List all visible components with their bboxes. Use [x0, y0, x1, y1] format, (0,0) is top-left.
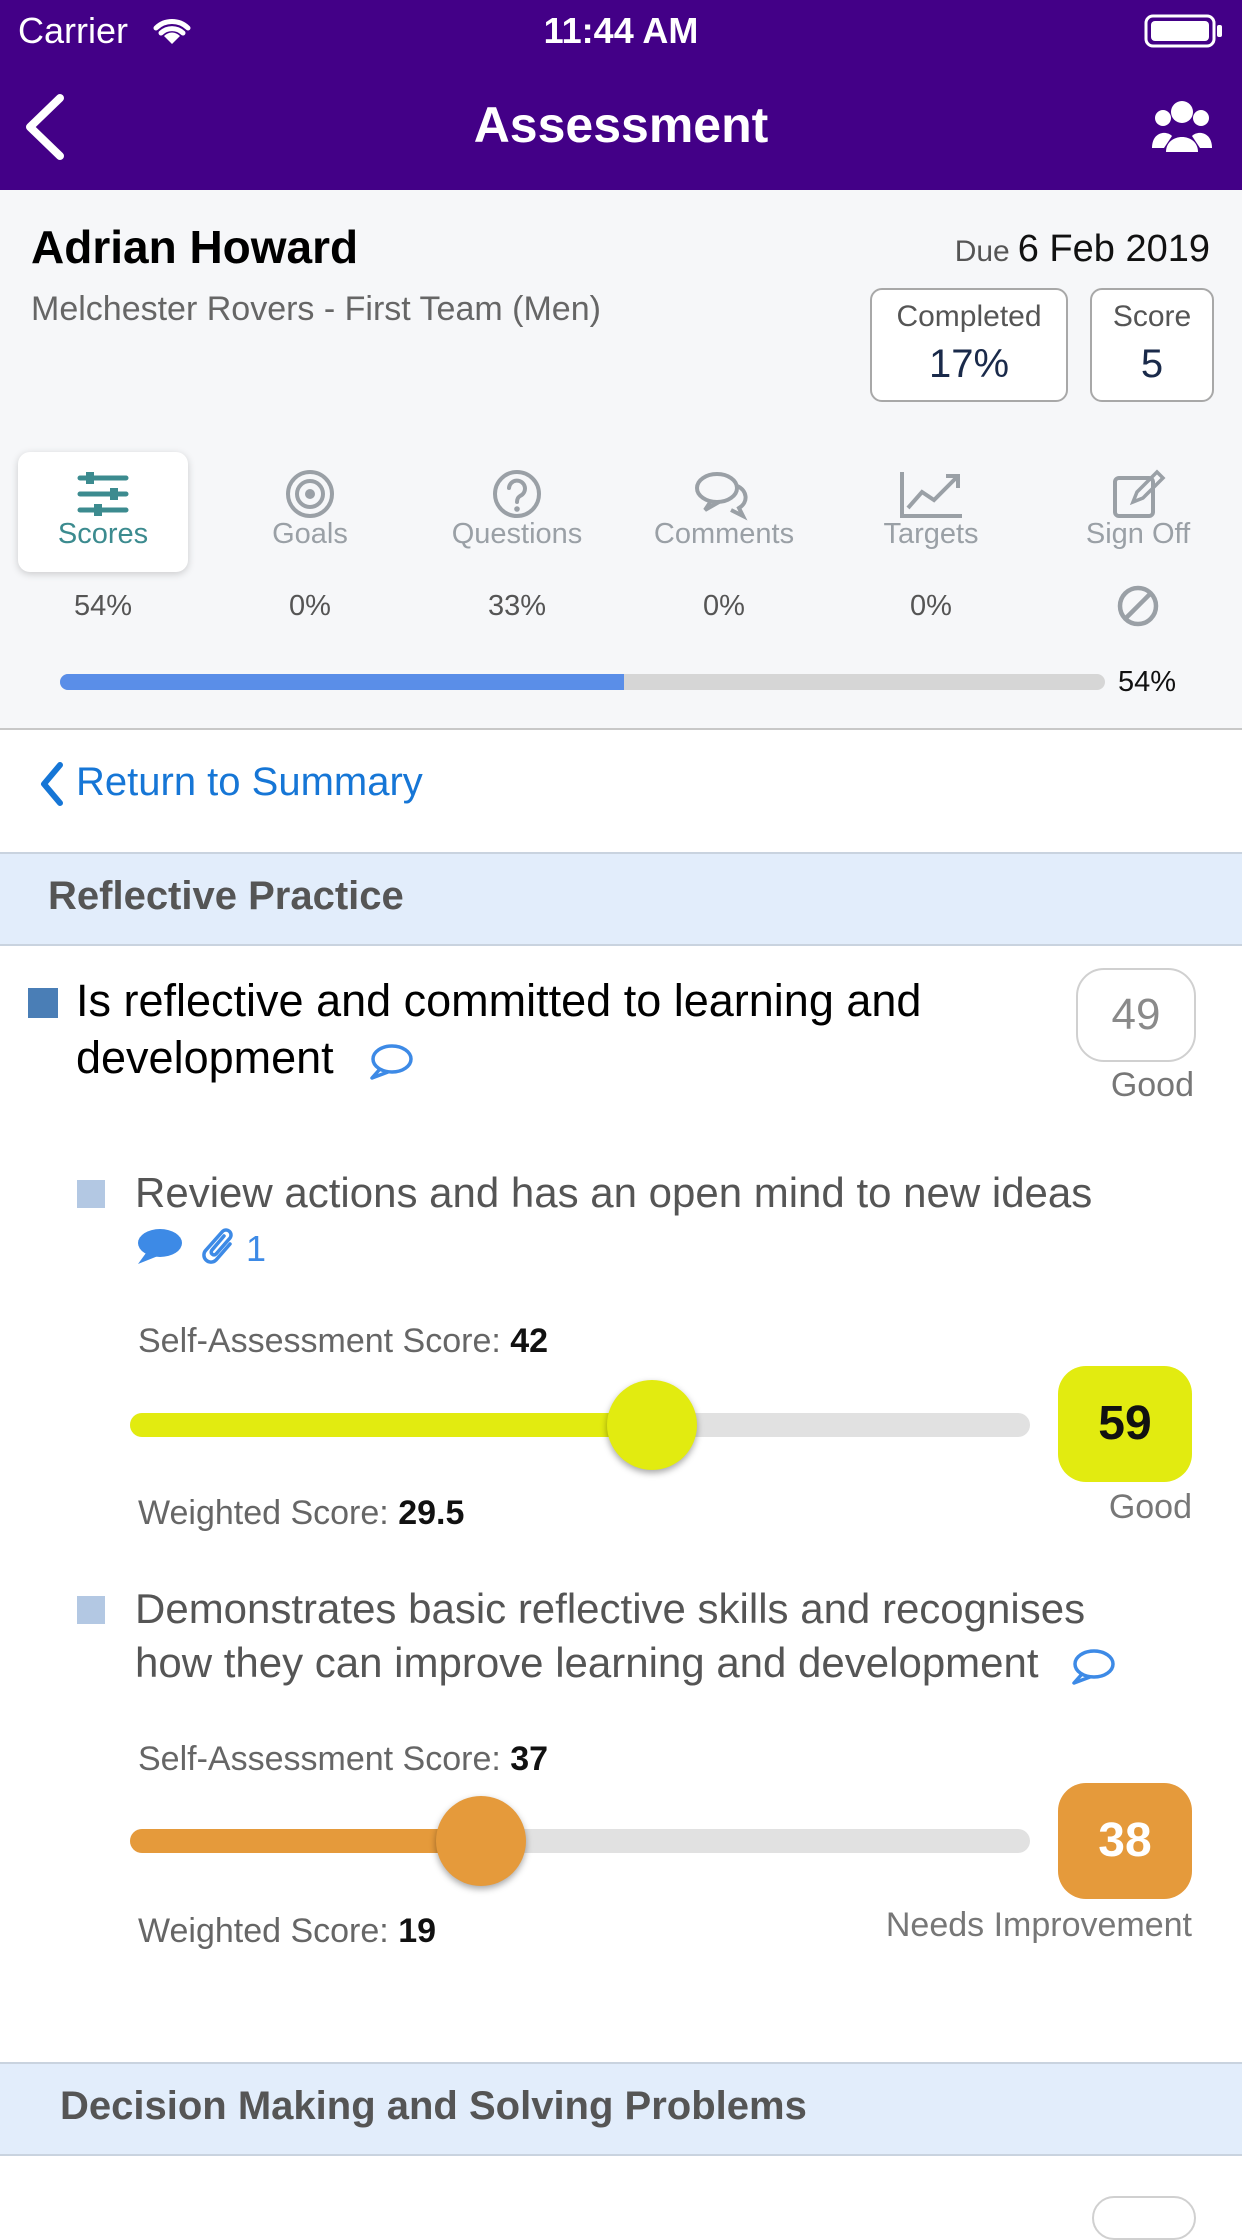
sub-criterion-2-line-1: Demonstrates basic reflective skills and…: [135, 1585, 1086, 1632]
comment-icon[interactable]: [366, 1041, 414, 1081]
chevron-left-icon: [41, 762, 63, 807]
weighted-value: 19: [398, 1912, 437, 1950]
target-icon: [286, 470, 334, 518]
sub-criterion-2-text: Demonstrates basic reflective skills and…: [135, 1582, 1116, 1690]
weighted-score-1: Weighted Score: 29.5: [138, 1494, 464, 1533]
self-assessment-score-2: Self-Assessment Score: 37: [138, 1740, 548, 1779]
self-assessment-label: Self-Assessment Score:: [138, 1322, 501, 1360]
section-header-decision-making: Decision Making and Solving Problems: [0, 2062, 1242, 2156]
weighted-label: Weighted Score:: [138, 1912, 389, 1950]
battery-icon: [1144, 14, 1222, 48]
score-slider-2[interactable]: [130, 1796, 1030, 1886]
weighted-value: 29.5: [398, 1494, 465, 1532]
tab-targets-label: Targets: [883, 518, 979, 550]
tab-scores[interactable]: Scores: [18, 452, 188, 572]
sliders-icon: [77, 472, 129, 516]
tab-sign-off-label: Sign Off: [1085, 518, 1191, 550]
attachment-icon[interactable]: [202, 1224, 240, 1270]
due-value: 6 Feb 2019: [1017, 228, 1210, 270]
attachment-count: 1: [246, 1228, 267, 1269]
score-slider-2-handle[interactable]: [436, 1796, 526, 1886]
tab-questions-pct: 33%: [487, 590, 547, 622]
section-title: Decision Making and Solving Problems: [60, 2084, 807, 2128]
page-title: Assessment: [473, 97, 769, 153]
tab-comments-pct: 0%: [703, 590, 745, 622]
tab-scores-pct: 54%: [73, 590, 133, 622]
sub-criterion-1-score: 59: [1058, 1366, 1192, 1482]
score-slider-1-fill: [130, 1413, 652, 1437]
users-icon[interactable]: [1152, 98, 1212, 154]
tab-comments[interactable]: Comments: [639, 452, 809, 572]
self-assessment-score-1: Self-Assessment Score: 42: [138, 1322, 548, 1361]
overall-progress-fill: [60, 674, 625, 690]
sub-criterion-2-line-2: how they can improve learning and develo…: [135, 1639, 1039, 1686]
weighted-label: Weighted Score:: [138, 1494, 389, 1532]
tab-questions[interactable]: Questions: [432, 452, 602, 572]
criterion-line-2: development: [76, 1029, 1036, 1086]
comments-icon: [695, 472, 748, 521]
tab-goals[interactable]: Goals: [225, 452, 395, 572]
assessment-header: Adrian Howard Melchester Rovers - First …: [0, 190, 1242, 730]
completed-box: Completed 17%: [870, 288, 1068, 402]
due-date: Due 6 Feb 2019: [955, 228, 1210, 271]
criterion-grade: Good: [1110, 1066, 1194, 1104]
criterion-score: [1092, 2196, 1196, 2240]
overall-progress-bar: [60, 674, 1105, 690]
edit-icon: [1113, 469, 1166, 518]
return-label: Return to Summary: [76, 760, 423, 804]
sub-criterion-2-line-2-row: how they can improve learning and develo…: [135, 1636, 1116, 1690]
tab-comments-label: Comments: [653, 518, 795, 550]
criterion-bullet: [28, 988, 58, 1018]
tab-goals-label: Goals: [272, 518, 348, 550]
athlete-team: Melchester Rovers - First Team (Men): [31, 290, 601, 328]
sub-criterion-1-text: Review actions and has an open mind to n…: [135, 1169, 1093, 1216]
completed-label: Completed: [896, 300, 1042, 333]
score-box: Score 5: [1090, 288, 1214, 402]
section-title: Reflective Practice: [48, 874, 404, 918]
not-signed-icon: [1117, 585, 1159, 627]
sub-criterion-bullet: [77, 1596, 105, 1624]
criterion-line-1: Is reflective and committed to learning …: [76, 975, 922, 1026]
score-label: Score: [1112, 300, 1192, 333]
athlete-name: Adrian Howard: [31, 221, 359, 273]
comment-icon[interactable]: [1068, 1646, 1116, 1686]
status-bar: Carrier 11:44 AM: [0, 0, 1242, 62]
score-slider-2-fill: [130, 1829, 481, 1853]
self-assessment-value: 37: [510, 1740, 549, 1778]
tab-goals-pct: 0%: [289, 590, 331, 622]
overall-progress-label: 54%: [1118, 666, 1177, 698]
tab-scores-label: Scores: [57, 518, 149, 550]
chart-icon: [900, 472, 962, 518]
criterion-score: 49: [1076, 968, 1196, 1062]
sub-criterion-1-grade: Good: [1108, 1488, 1192, 1526]
self-assessment-label: Self-Assessment Score:: [138, 1740, 501, 1778]
tab-targets[interactable]: Targets: [846, 452, 1016, 572]
tab-targets-pct: 0%: [910, 590, 952, 622]
tab-sign-off[interactable]: Sign Off: [1053, 452, 1223, 572]
return-to-summary-link[interactable]: Return to Summary: [38, 760, 423, 807]
assessment-tabs: Scores 54% Goals 0% Questions 33% Commen…: [0, 452, 1242, 652]
comment-filled-icon[interactable]: [134, 1226, 184, 1268]
sub-criterion-bullet: [77, 1180, 105, 1208]
score-value: 5: [1140, 342, 1164, 386]
self-assessment-value: 42: [510, 1322, 549, 1360]
top-bar: Carrier 11:44 AM Assessment: [0, 0, 1242, 190]
question-icon: [493, 470, 541, 518]
weighted-score-2: Weighted Score: 19: [138, 1912, 436, 1951]
score-slider-1-handle[interactable]: [607, 1380, 697, 1470]
criterion-title: Is reflective and committed to learning …: [76, 972, 1036, 1086]
completed-value: 17%: [928, 342, 1010, 386]
section-header-reflective-practice: Reflective Practice: [0, 852, 1242, 946]
tab-questions-label: Questions: [451, 518, 583, 550]
sub-criterion-2-grade: Needs Improvement: [885, 1906, 1192, 1944]
status-time: 11:44 AM: [543, 10, 699, 51]
sub-criterion-2-score: 38: [1058, 1783, 1192, 1899]
due-label: Due: [954, 235, 1010, 268]
criterion-line-2-text: development: [76, 1032, 334, 1083]
score-slider-1[interactable]: [130, 1380, 1030, 1470]
